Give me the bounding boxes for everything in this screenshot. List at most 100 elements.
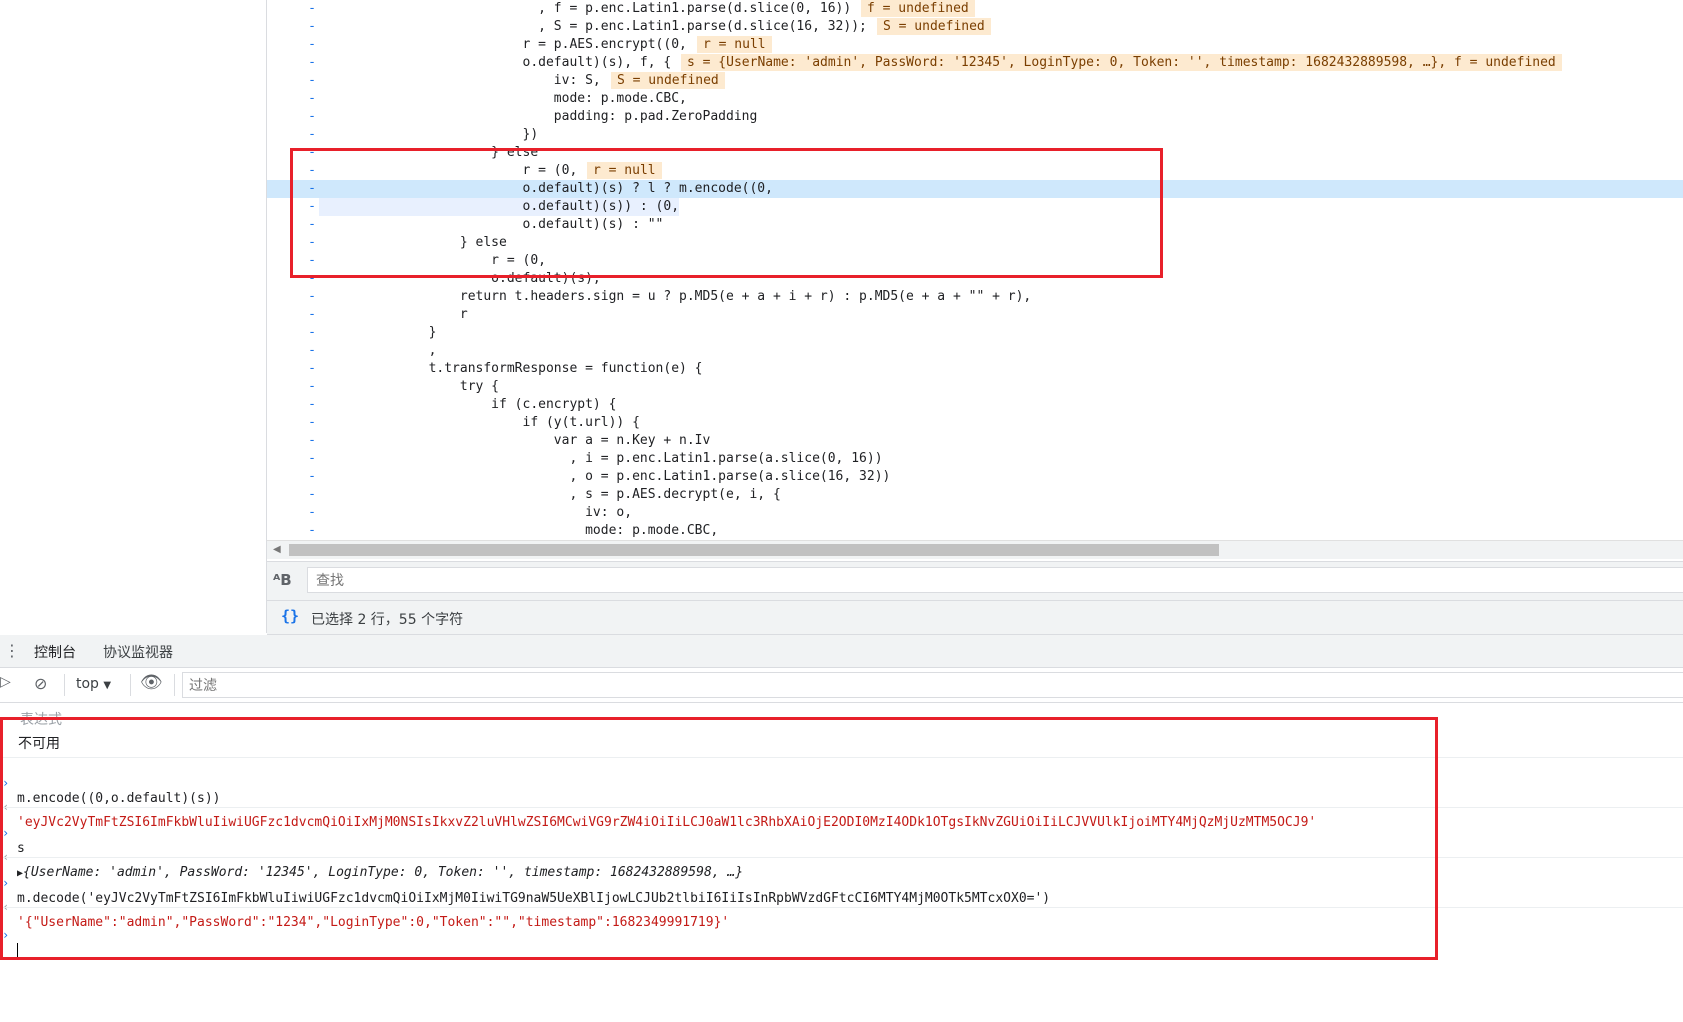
pretty-print-braces-icon[interactable]: {}	[281, 607, 299, 625]
code-line[interactable]: - var a = n.Key + n.Iv	[267, 432, 1683, 450]
code-text: , o = p.enc.Latin1.parse(a.slice(16, 32)…	[319, 469, 891, 484]
line-gutter-marker[interactable]: -	[305, 180, 319, 198]
code-line[interactable]: - r	[267, 306, 1683, 324]
line-gutter-marker[interactable]: -	[305, 306, 319, 324]
code-line[interactable]: - } else	[267, 144, 1683, 162]
line-gutter-marker[interactable]: -	[305, 378, 319, 396]
line-gutter-marker[interactable]: -	[305, 396, 319, 414]
line-gutter-marker[interactable]: -	[305, 270, 319, 288]
code-line[interactable]: - mode: p.mode.CBC,	[267, 90, 1683, 108]
editor-search-bar: ᴬB	[267, 561, 1683, 600]
editor-horizontal-scrollbar[interactable]: ◀	[267, 540, 1683, 559]
clear-console-icon[interactable]: ⊘	[34, 674, 47, 693]
code-line[interactable]: - if (c.encrypt) {	[267, 396, 1683, 414]
prompt-chevron-icon: ›	[2, 928, 10, 942]
code-text: o.default)(s), f, {	[319, 55, 672, 70]
code-text: return t.headers.sign = u ? p.MD5(e + a …	[319, 289, 1032, 304]
line-gutter-marker[interactable]: -	[305, 324, 319, 342]
line-gutter-marker[interactable]: -	[305, 198, 319, 216]
line-gutter-marker[interactable]: -	[305, 234, 319, 252]
line-gutter-marker[interactable]: -	[305, 126, 319, 144]
code-text: })	[319, 127, 539, 142]
tab-console[interactable]: 控制台	[34, 642, 76, 670]
console-divider	[0, 757, 1683, 758]
code-line[interactable]: - r = p.AES.encrypt((0, r = null	[267, 36, 1683, 54]
code-line[interactable]: - , i = p.enc.Latin1.parse(a.slice(0, 16…	[267, 450, 1683, 468]
line-gutter-marker[interactable]: -	[305, 414, 319, 432]
code-line[interactable]: - t.transformResponse = function(e) {	[267, 360, 1683, 378]
live-expression-value: 不可用	[18, 736, 60, 752]
console-output[interactable]: 表达式 不可用 › m.encode((0,o.default)(s)) ‹ '…	[0, 703, 1683, 1022]
line-gutter-marker[interactable]: -	[305, 216, 319, 234]
line-gutter-marker[interactable]: -	[305, 162, 319, 180]
inline-value-badge: s = {UserName: 'admin', PassWord: '12345…	[681, 54, 1562, 71]
line-gutter-marker[interactable]: -	[305, 72, 319, 90]
code-line[interactable]: - }	[267, 324, 1683, 342]
toolbar-divider	[64, 674, 65, 696]
line-gutter-marker[interactable]: -	[305, 504, 319, 522]
editor-status-bar: {} 已选择 2 行，55 个字符	[267, 600, 1683, 635]
line-gutter-marker[interactable]: -	[305, 486, 319, 504]
code-text: if (y(t.url)) {	[319, 415, 640, 430]
line-gutter-marker[interactable]: -	[305, 54, 319, 72]
code-line[interactable]: - , s = p.AES.decrypt(e, i, {	[267, 486, 1683, 504]
context-selector[interactable]: top ▼	[76, 676, 111, 692]
search-input[interactable]	[307, 567, 1683, 593]
code-line[interactable]: - mode: p.mode.CBC,	[267, 522, 1683, 540]
code-line[interactable]: - o.default)(s) ? l ? m.encode((0,	[267, 180, 1683, 198]
code-text: , s = p.AES.decrypt(e, i, {	[319, 487, 781, 502]
code-line[interactable]: - iv: S, S = undefined	[267, 72, 1683, 90]
line-gutter-marker[interactable]: -	[305, 18, 319, 36]
sidebar-toggle-icon[interactable]: ▷	[0, 674, 11, 690]
code-line[interactable]: - o.default)(s), f, { s = {UserName: 'adm…	[267, 54, 1683, 72]
console-divider	[0, 857, 1683, 858]
code-text: o.default)(s) : ""	[319, 217, 664, 232]
code-text: } else	[319, 235, 507, 250]
code-line[interactable]: - iv: o,	[267, 504, 1683, 522]
line-gutter-marker[interactable]: -	[305, 108, 319, 126]
line-gutter-marker[interactable]: -	[305, 522, 319, 540]
code-line[interactable]: - padding: p.pad.ZeroPadding	[267, 108, 1683, 126]
code-line[interactable]: - o.default)(s);	[267, 270, 1683, 288]
context-label: top	[76, 676, 99, 692]
eye-icon[interactable]: 👁	[140, 672, 163, 693]
scrollbar-thumb[interactable]	[289, 544, 1219, 556]
line-gutter-marker[interactable]: -	[305, 468, 319, 486]
code-line[interactable]: - r = (0, r = null	[267, 162, 1683, 180]
line-gutter-marker[interactable]: -	[305, 450, 319, 468]
line-gutter-marker[interactable]: -	[305, 36, 319, 54]
line-gutter-marker[interactable]: -	[305, 144, 319, 162]
code-line[interactable]: - } else	[267, 234, 1683, 252]
chevron-down-icon: ▼	[103, 680, 112, 691]
code-line[interactable]: - return t.headers.sign = u ? p.MD5(e + …	[267, 288, 1683, 306]
code-line[interactable]: - , S = p.enc.Latin1.parse(d.slice(16, 3…	[267, 18, 1683, 36]
line-gutter-marker[interactable]: -	[305, 342, 319, 360]
code-line[interactable]: - o.default)(s) : ""	[267, 216, 1683, 234]
code-line[interactable]: - , f = p.enc.Latin1.parse(d.slice(0, 16…	[267, 0, 1683, 18]
code-text: try {	[319, 379, 500, 394]
code-text: mode: p.mode.CBC,	[319, 91, 687, 106]
line-gutter-marker[interactable]: -	[305, 252, 319, 270]
sources-code-editor[interactable]: - , f = p.enc.Latin1.parse(d.slice(0, 16…	[267, 0, 1683, 540]
code-line[interactable]: - })	[267, 126, 1683, 144]
code-line[interactable]: - r = (0,	[267, 252, 1683, 270]
code-line[interactable]: - if (y(t.url)) {	[267, 414, 1683, 432]
filter-input[interactable]	[182, 672, 1683, 698]
tab-protocol-monitor[interactable]: 协议监视器	[103, 642, 173, 662]
line-gutter-marker[interactable]: -	[305, 90, 319, 108]
console-prompt[interactable]: ›	[0, 913, 1683, 973]
more-tabs-icon[interactable]: ⋮	[4, 641, 20, 660]
line-gutter-marker[interactable]: -	[305, 360, 319, 378]
match-case-icon[interactable]: ᴬB	[273, 571, 292, 589]
code-line[interactable]: - try {	[267, 378, 1683, 396]
inline-value-badge: S = undefined	[877, 18, 991, 35]
code-line[interactable]: - o.default)(s)) : (0,	[267, 198, 1683, 216]
code-line[interactable]: - , o = p.enc.Latin1.parse(a.slice(16, 3…	[267, 468, 1683, 486]
line-gutter-marker[interactable]: -	[305, 0, 319, 18]
scroll-left-icon[interactable]: ◀	[273, 544, 281, 555]
console-toolbar: ▷ ⊘ top ▼ 👁	[0, 668, 1683, 703]
code-line[interactable]: - ,	[267, 342, 1683, 360]
line-gutter-marker[interactable]: -	[305, 432, 319, 450]
line-gutter-marker[interactable]: -	[305, 288, 319, 306]
code-text: o.default)(s)) : (0,	[319, 198, 680, 216]
